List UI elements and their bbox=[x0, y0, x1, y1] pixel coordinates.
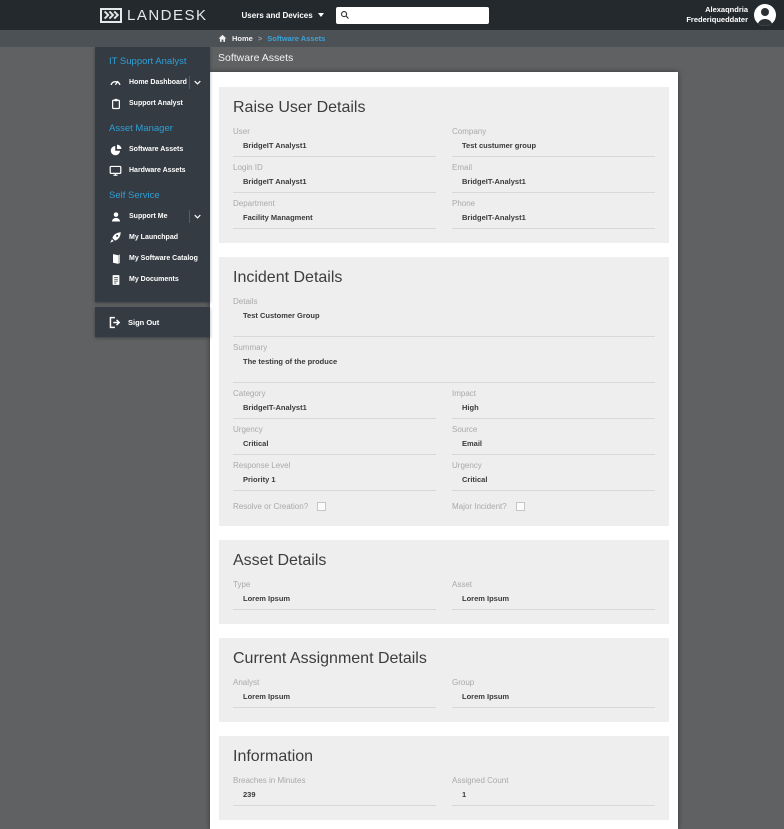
field-urgency-2: Urgency Critical bbox=[452, 461, 655, 491]
card-current-assignment-details: Current Assignment Details Analyst Lorem… bbox=[219, 638, 669, 722]
sidebar-item-support-me[interactable]: Support Me bbox=[95, 206, 210, 227]
field-response-level: Response Level Priority 1 bbox=[233, 461, 436, 491]
field-assigned-count: Assigned Count 1 bbox=[452, 776, 655, 806]
major-incident-checkbox[interactable] bbox=[515, 502, 525, 511]
field-summary: Summary The testing of the produce bbox=[233, 343, 655, 383]
sidebar-item-label: Software Assets bbox=[129, 146, 184, 153]
resolve-or-creation-checkbox[interactable] bbox=[317, 502, 327, 511]
field-asset: Asset Lorem Ipsum bbox=[452, 580, 655, 610]
sidebar-item-my-documents[interactable]: My Documents bbox=[95, 269, 210, 290]
page-title: Software Assets bbox=[218, 52, 294, 64]
field-breaches-in-minutes: Breaches in Minutes 239 bbox=[233, 776, 436, 806]
sidebar-item-software-assets[interactable]: Software Assets bbox=[95, 139, 210, 160]
monitor-icon bbox=[109, 164, 122, 177]
breadcrumb-home[interactable]: Home bbox=[232, 34, 253, 43]
sidebar-item-label: My Launchpad bbox=[129, 234, 179, 241]
field-user: User BridgeIT Analyst1 bbox=[233, 127, 436, 157]
scope-dropdown[interactable]: Users and Devices bbox=[242, 11, 324, 20]
user-name: Alexaqndria Frederiqueddater bbox=[686, 4, 748, 24]
top-navigation-bar: LANDESK Users and Devices Alexaqndria Fr… bbox=[0, 0, 784, 30]
sidebar-nav-panel: IT Support Analyst Home Dashboard Suppor bbox=[95, 47, 210, 302]
field-urgency: Urgency Critical bbox=[233, 425, 436, 455]
sidebar-item-label: My Software Catalog bbox=[129, 255, 198, 262]
sidebar-item-label: Support Analyst bbox=[129, 100, 183, 107]
sidebar-heading-self-service: Self Service bbox=[109, 190, 160, 201]
document-icon bbox=[109, 273, 122, 286]
breadcrumb: Home > Software Assets bbox=[0, 30, 784, 47]
breadcrumb-separator: > bbox=[257, 34, 263, 43]
field-login-id: Login ID BridgeIT Analyst1 bbox=[233, 163, 436, 193]
user-avatar-icon[interactable] bbox=[754, 4, 776, 26]
card-title: Incident Details bbox=[233, 269, 343, 286]
home-icon bbox=[218, 34, 227, 42]
sign-out-button[interactable]: Sign Out bbox=[95, 307, 210, 337]
person-icon bbox=[109, 210, 122, 223]
sidebar-item-my-launchpad[interactable]: My Launchpad bbox=[95, 227, 210, 248]
search-icon bbox=[340, 11, 349, 19]
book-icon bbox=[109, 252, 122, 265]
card-asset-details: Asset Details Type Lorem Ipsum Asset Lor… bbox=[219, 540, 669, 624]
field-email: Email BridgeIT-Analyst1 bbox=[452, 163, 655, 193]
field-category: Category BridgeIT-Analyst1 bbox=[233, 389, 436, 419]
search-box[interactable] bbox=[335, 6, 489, 24]
clipboard-icon bbox=[109, 97, 122, 110]
sidebar-item-label: My Documents bbox=[129, 276, 179, 283]
field-major-incident: Major Incident? bbox=[452, 502, 655, 511]
field-department: Department Facility Managment bbox=[233, 199, 436, 229]
field-company: Company Test custumer group bbox=[452, 127, 655, 157]
card-title: Current Assignment Details bbox=[233, 650, 427, 667]
field-impact: Impact High bbox=[452, 389, 655, 419]
user-menu[interactable]: Alexaqndria Frederiqueddater bbox=[686, 0, 776, 30]
sidebar-heading-it-support-analyst: IT Support Analyst bbox=[109, 56, 187, 67]
scope-dropdown-label: Users and Devices bbox=[241, 10, 313, 20]
field-type: Type Lorem Ipsum bbox=[233, 580, 436, 610]
card-information: Information Breaches in Minutes 239 Assi… bbox=[219, 736, 669, 820]
sidebar-item-label: Hardware Assets bbox=[129, 167, 186, 174]
card-title: Asset Details bbox=[233, 552, 327, 569]
sign-out-icon bbox=[108, 316, 121, 329]
rocket-icon bbox=[109, 231, 122, 244]
field-group: Group Lorem Ipsum bbox=[452, 678, 655, 708]
sidebar-item-my-software-catalog[interactable]: My Software Catalog bbox=[95, 248, 210, 269]
sign-out-label: Sign Out bbox=[128, 317, 160, 327]
chevron-down-icon[interactable] bbox=[189, 76, 205, 89]
card-incident-details: Incident Details Details Test Customer G… bbox=[219, 257, 669, 526]
logo-text: LANDESK bbox=[127, 6, 208, 24]
main-content: Raise User Details User BridgeIT Analyst… bbox=[210, 72, 678, 829]
search-input[interactable] bbox=[352, 8, 485, 22]
card-raise-user-details: Raise User Details User BridgeIT Analyst… bbox=[219, 87, 669, 243]
pie-chart-icon bbox=[109, 143, 122, 156]
sidebar-item-hardware-assets[interactable]: Hardware Assets bbox=[95, 160, 210, 181]
landesk-logo-icon bbox=[100, 7, 122, 23]
sidebar: IT Support Analyst Home Dashboard Suppor bbox=[95, 47, 210, 337]
sidebar-item-label: Support Me bbox=[129, 213, 168, 220]
sidebar-item-label: Home Dashboard bbox=[129, 79, 187, 86]
sidebar-heading-asset-manager: Asset Manager bbox=[109, 123, 173, 134]
field-source: Source Email bbox=[452, 425, 655, 455]
chevron-down-icon[interactable] bbox=[189, 210, 205, 223]
field-details: Details Test Customer Group bbox=[233, 297, 655, 337]
field-analyst: Analyst Lorem Ipsum bbox=[233, 678, 436, 708]
card-title: Raise User Details bbox=[233, 99, 366, 116]
field-resolve-or-creation: Resolve or Creation? bbox=[233, 502, 436, 511]
field-phone: Phone BridgeIT-Analyst1 bbox=[452, 199, 655, 229]
caret-down-icon bbox=[317, 13, 324, 17]
gauge-icon bbox=[109, 76, 122, 89]
card-title: Information bbox=[233, 748, 314, 765]
landesk-logo: LANDESK bbox=[100, 7, 208, 24]
breadcrumb-current[interactable]: Software Assets bbox=[267, 34, 325, 43]
sidebar-item-home-dashboard[interactable]: Home Dashboard bbox=[95, 72, 210, 93]
sidebar-item-support-analyst[interactable]: Support Analyst bbox=[95, 93, 210, 114]
